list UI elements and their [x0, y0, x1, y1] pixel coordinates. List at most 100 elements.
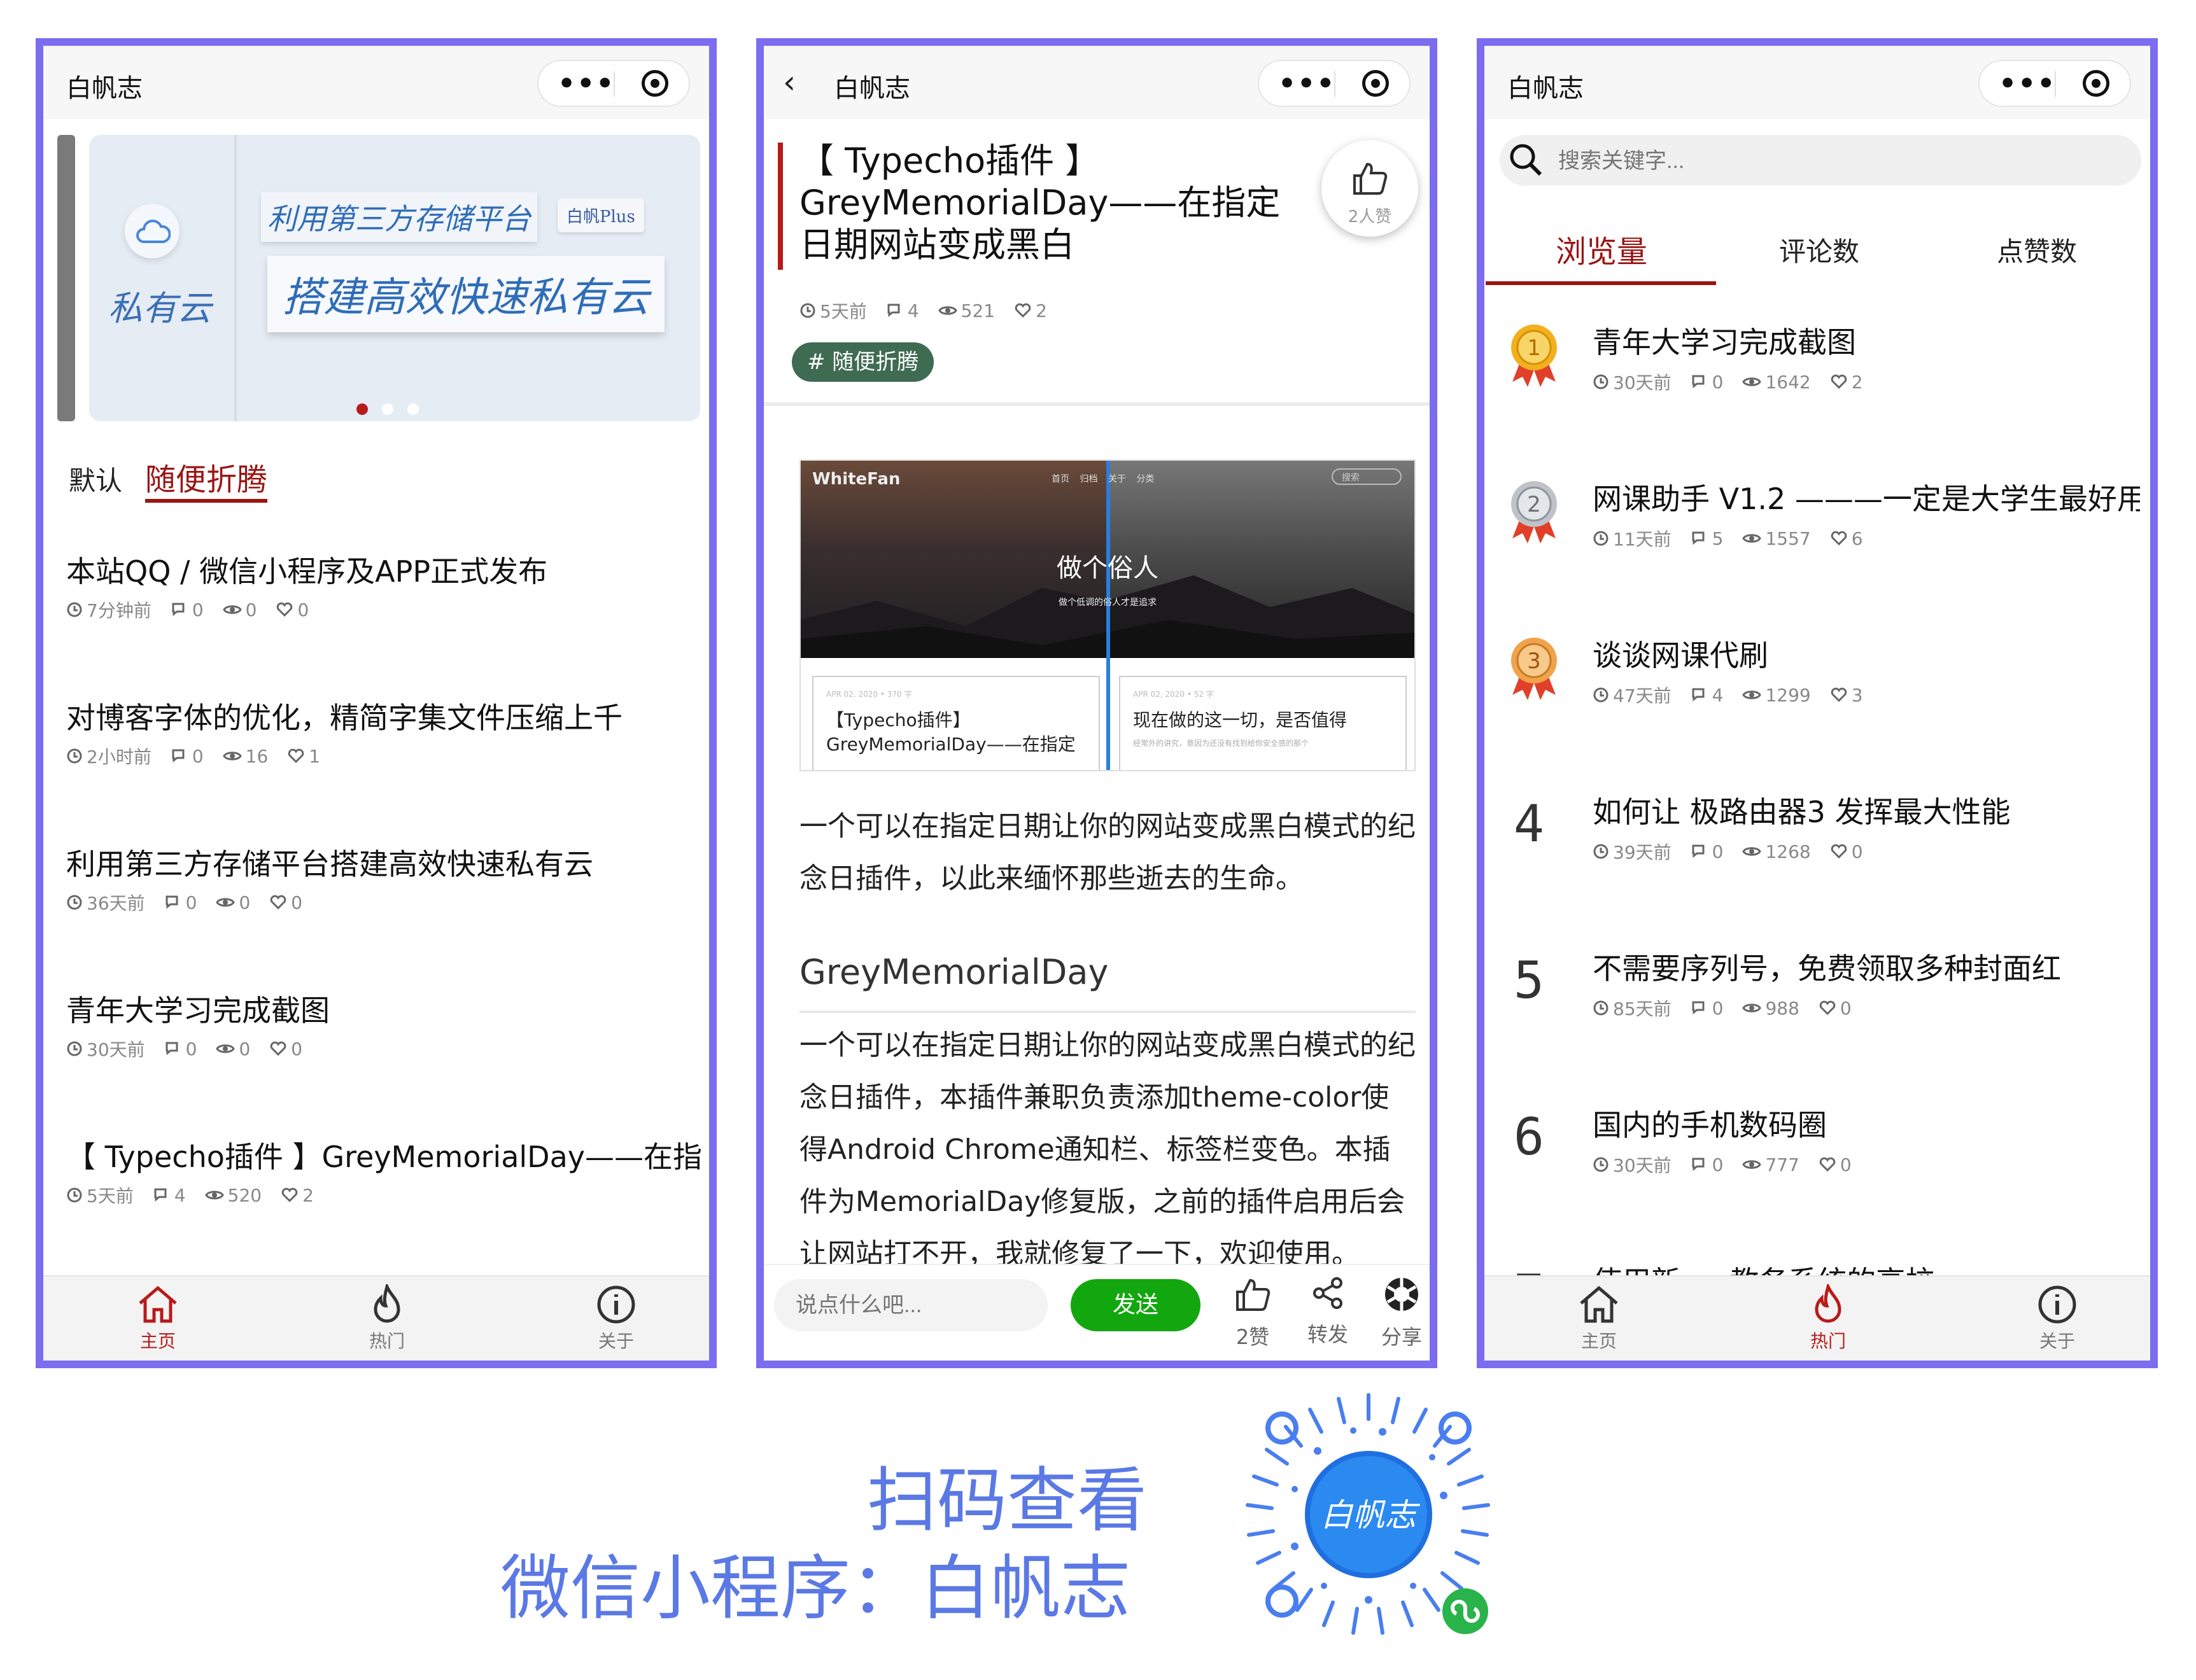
heart-icon: [1831, 844, 1847, 859]
capsule-divider: [2055, 71, 2056, 97]
comment-icon: [1692, 688, 1705, 702]
rank-number: 4: [1513, 794, 1545, 853]
rank-comments: 0: [1712, 841, 1724, 862]
rank-views: 1557: [1765, 528, 1811, 549]
site-menu: 首页 归档 关于 分类: [1052, 474, 1155, 484]
nav-title: 白帆志: [1507, 74, 1584, 103]
cloud-icon: [125, 204, 179, 258]
rank-comments: 0: [1712, 371, 1724, 393]
tabbar-about[interactable]: 关于: [572, 1284, 661, 1353]
rank-views: 1642: [1765, 371, 1811, 393]
post-meta: 36天前 0 0 0: [66, 890, 703, 915]
heart-icon: [1819, 1000, 1836, 1016]
category-tag[interactable]: # 随便折腾: [792, 342, 934, 382]
poster-action[interactable]: 分享: [1370, 1275, 1430, 1350]
rank-number: 5: [1513, 951, 1545, 1010]
bronze-medal-icon: 3: [1511, 638, 1557, 700]
search-icon: [1510, 144, 1542, 176]
tag-label: 随便折腾: [832, 349, 919, 375]
tabbar-home[interactable]: 主页: [1554, 1284, 1643, 1353]
comment-icon: [1692, 844, 1705, 858]
rank-time: 39天前: [1613, 842, 1672, 863]
tabbar-hot[interactable]: 热门: [342, 1284, 432, 1353]
code-logo-text: 白帆志: [1321, 1497, 1421, 1534]
article-views: 521: [961, 300, 996, 321]
more-icon[interactable]: •••: [1999, 67, 2056, 100]
section-divider: [764, 402, 1430, 406]
close-miniprogram-icon[interactable]: [1362, 70, 1389, 97]
banner-line2: 搭建高效快速私有云: [267, 256, 665, 332]
like-button[interactable]: 2人赞: [1321, 140, 1418, 237]
eye-icon: [1742, 1004, 1762, 1012]
gold-medal-icon: 1: [1511, 325, 1557, 387]
eye-icon: [216, 1044, 236, 1053]
post-title: 【 Typecho插件 】GreyMemorialDay——在指: [66, 1140, 702, 1174]
post-comments: 0: [192, 745, 204, 767]
rank-title: 青年大学习完成截图: [1593, 325, 1856, 360]
banner-dot-2[interactable]: [382, 403, 393, 415]
list-item[interactable]: 青年大学习完成截图 30天前 0 0 0: [66, 988, 703, 1061]
tabbar: 主页 热门 关于: [1484, 1275, 2150, 1361]
tab-comments[interactable]: 评论数: [1711, 230, 1927, 269]
post-time: 2小时前: [87, 746, 151, 767]
search-input[interactable]: [1557, 143, 2107, 179]
heart-icon: [1831, 374, 1847, 389]
post-time: 30天前: [87, 1039, 145, 1060]
banner-dot-3[interactable]: [407, 403, 419, 415]
rank-views: 777: [1765, 1154, 1799, 1175]
more-icon[interactable]: •••: [1278, 67, 1335, 100]
eye-icon: [1742, 377, 1762, 386]
heart-icon: [1819, 1157, 1836, 1172]
banner-prev-slide[interactable]: [57, 135, 75, 421]
tabbar-hot[interactable]: 热门: [1784, 1284, 1873, 1353]
action-label: 转发: [1307, 1322, 1348, 1347]
more-icon[interactable]: •••: [558, 67, 615, 100]
close-miniprogram-icon[interactable]: [2083, 70, 2109, 97]
banner-carousel[interactable]: 私有云 利用第三方存储平台 白帆Plus 搭建高效快速私有云: [89, 135, 700, 421]
clock-icon: [1593, 374, 1608, 389]
heart-icon: [1015, 303, 1031, 318]
rank-title: 不需要序列号，免费领取多种封面红: [1593, 951, 2061, 986]
card-excerpt: 经常外的讲究，意因为还没有找到给你安全感的那个: [1133, 739, 1309, 748]
rank-title: 国内的手机数码圈: [1593, 1108, 1827, 1142]
navbar: ‹ 白帆志 •••: [764, 46, 1430, 119]
list-item[interactable]: 【 Typecho插件 】GreyMemorialDay——在指 5天前 4 5…: [66, 1134, 703, 1208]
rank-number: 6: [1513, 1107, 1545, 1166]
clock-icon: [67, 1041, 82, 1056]
like-action[interactable]: 2赞: [1221, 1275, 1285, 1350]
send-button[interactable]: 发送: [1071, 1279, 1200, 1331]
tabbar-home[interactable]: 主页: [113, 1284, 202, 1353]
comment-icon: [1692, 1158, 1705, 1172]
rank-comments: 0: [1712, 997, 1724, 1019]
flame-icon: [1815, 1284, 1841, 1323]
post-likes: 0: [291, 892, 303, 913]
nav-title: 白帆志: [834, 74, 910, 103]
tabbar-about[interactable]: 关于: [2013, 1284, 2102, 1353]
action-label: 2赞: [1235, 1325, 1270, 1349]
heart-icon: [270, 1041, 286, 1056]
article-time: 5天前: [820, 301, 867, 322]
banner-dot-1[interactable]: [356, 403, 368, 415]
tab-views[interactable]: 浏览量: [1493, 227, 1710, 271]
comment-input[interactable]: [774, 1279, 1048, 1331]
post-views: 0: [245, 599, 257, 620]
menu-capsule: •••: [1258, 60, 1411, 107]
tab-tinker[interactable]: 随便折腾: [145, 454, 267, 499]
close-miniprogram-icon[interactable]: [642, 70, 668, 97]
banner-divider: [234, 135, 237, 421]
eye-icon: [1742, 690, 1762, 699]
tab-default[interactable]: 默认: [69, 459, 122, 498]
info-icon: [2038, 1285, 2076, 1324]
list-item[interactable]: 本站QQ / 微信小程序及APP正式发布 7分钟前 0 0 0: [66, 549, 703, 622]
home-icon: [139, 1285, 177, 1323]
list-item[interactable]: 利用第三方存储平台搭建高效快速私有云 36天前 0 0 0: [66, 841, 703, 915]
menu-capsule: •••: [537, 60, 690, 107]
medal-number: 3: [1527, 648, 1541, 674]
clock-icon: [1593, 1157, 1608, 1172]
tab-likes[interactable]: 点赞数: [1929, 230, 2145, 269]
list-item[interactable]: 对博客字体的优化，精简字集文件压缩上千 2小时前 0 16 1: [66, 695, 703, 769]
search-bar: [1500, 135, 2141, 186]
back-icon[interactable]: ‹: [783, 64, 796, 101]
share-action[interactable]: 转发: [1296, 1275, 1360, 1348]
rank-meta: 39天前 0 1268 0: [1593, 839, 1882, 864]
